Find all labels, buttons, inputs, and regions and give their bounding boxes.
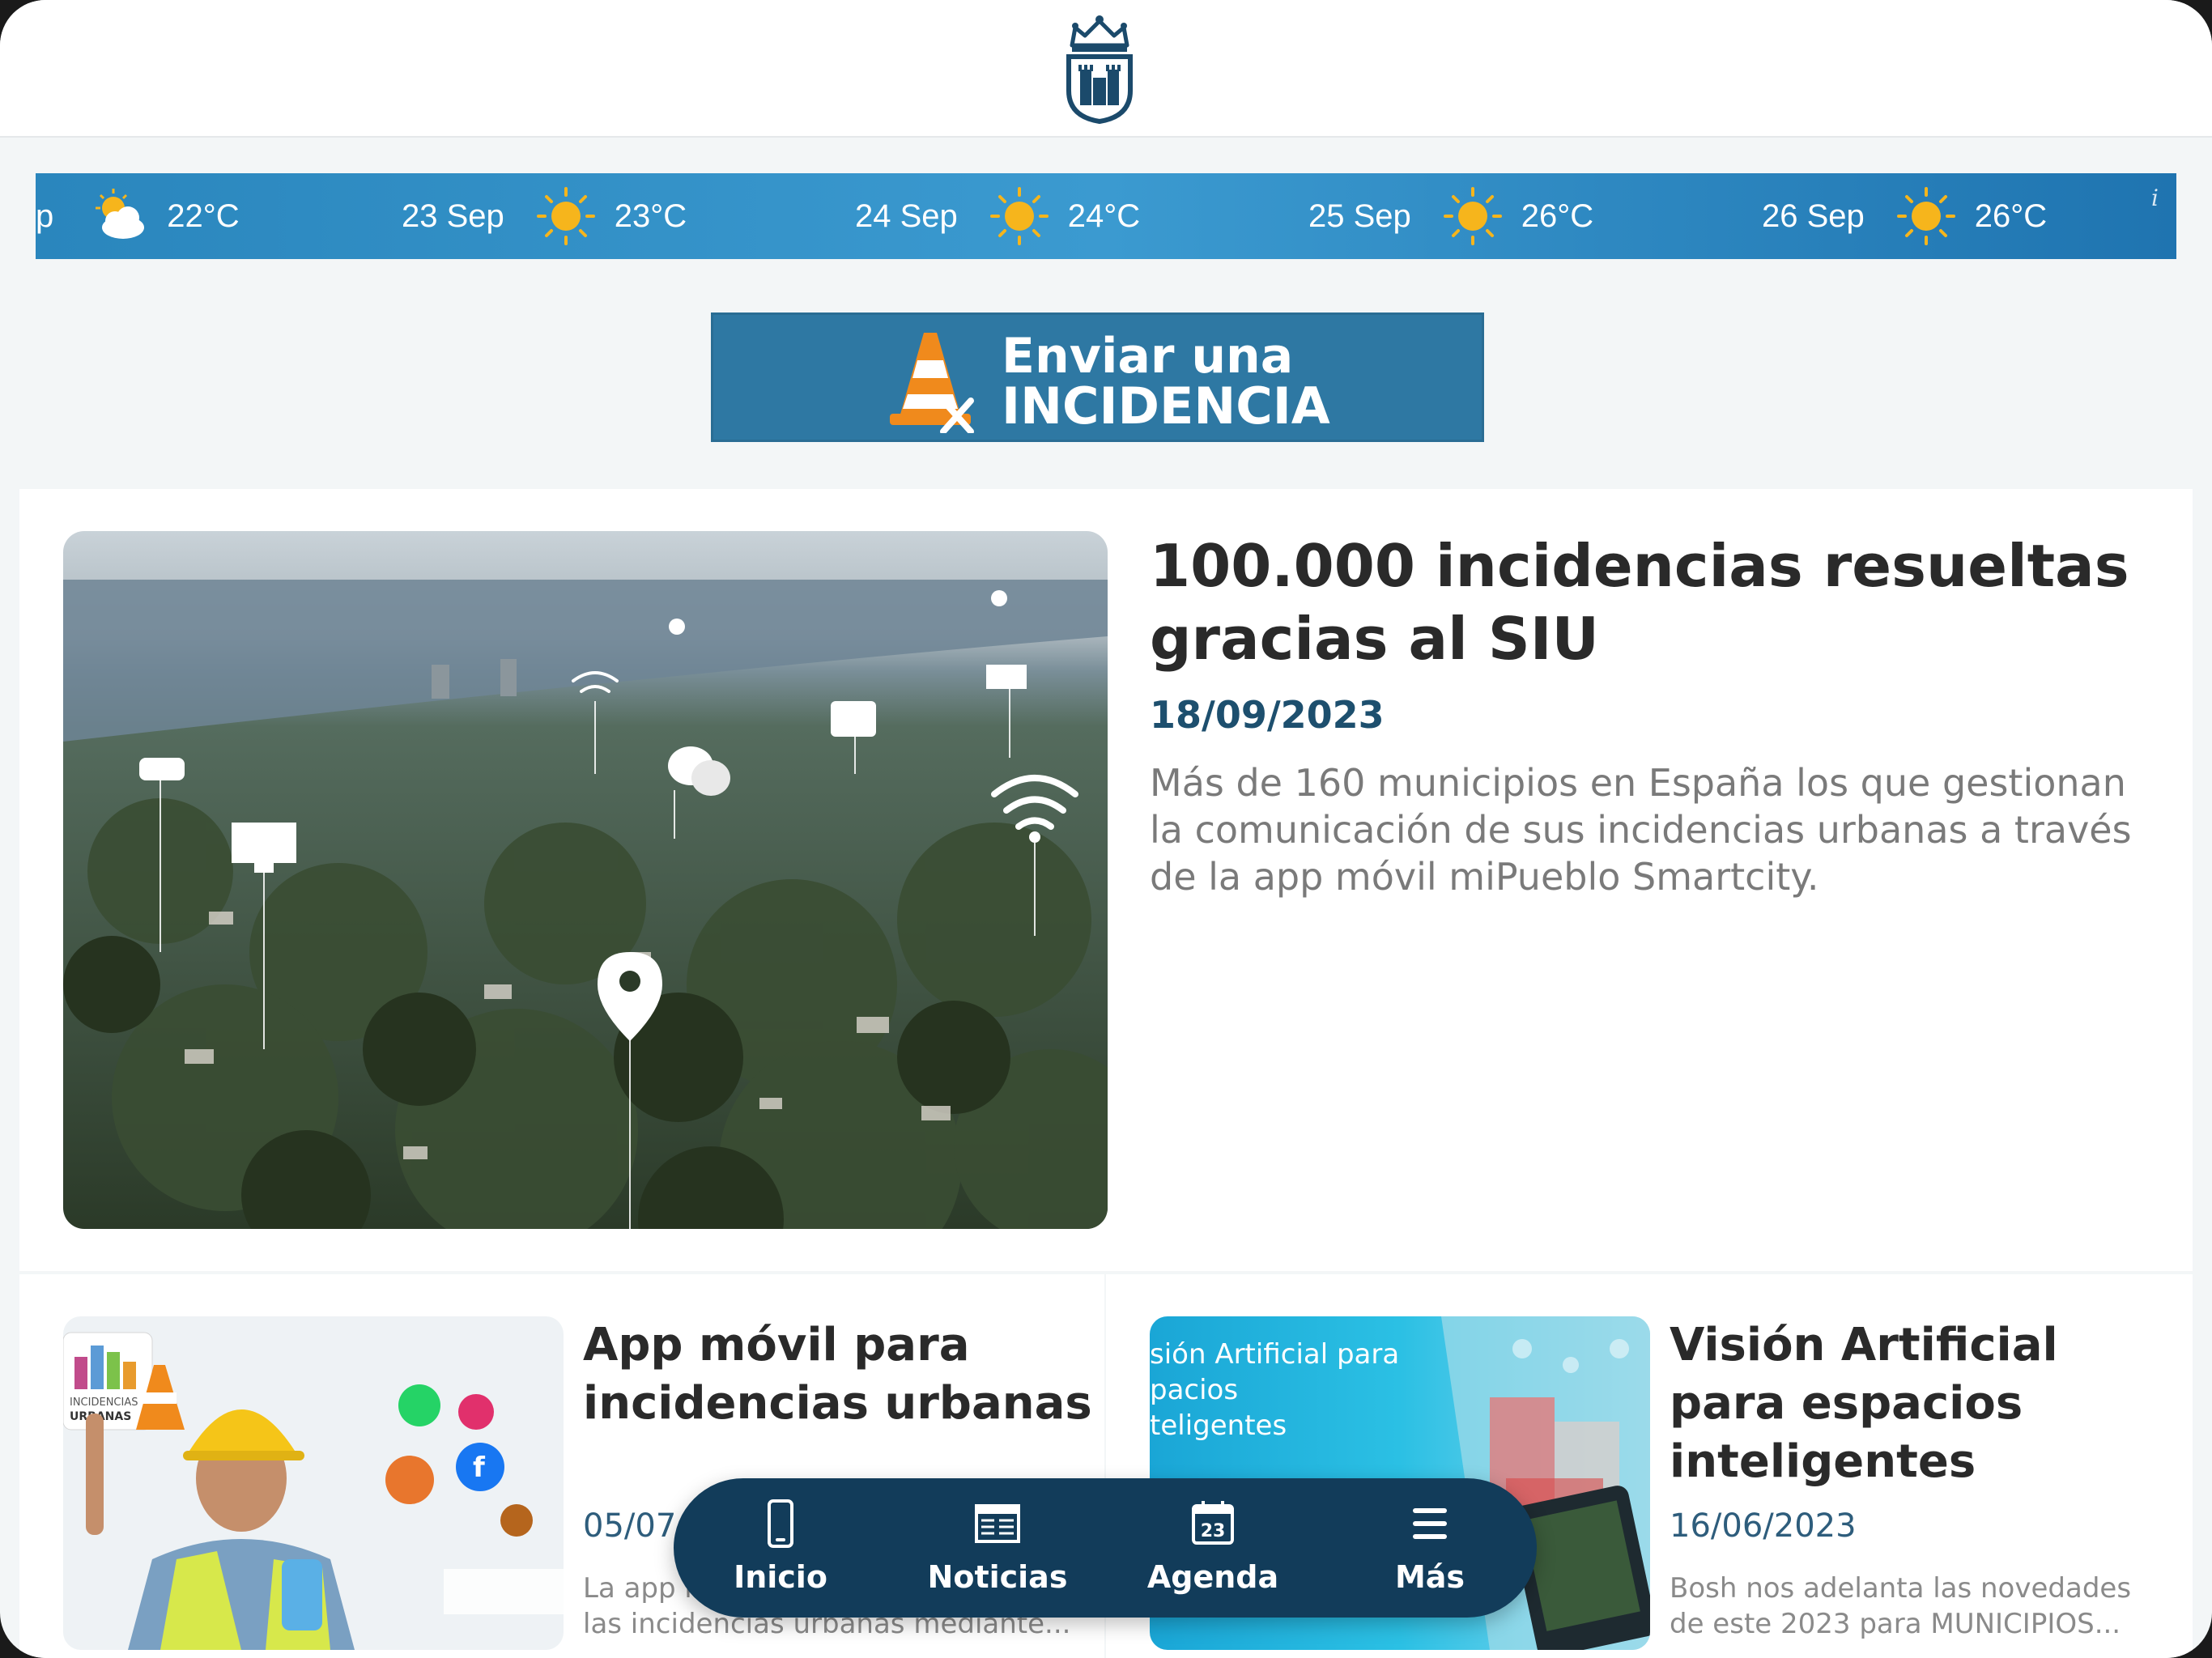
- weather-temp: 24°C: [1067, 198, 1141, 234]
- featured-news-date: 18/09/2023: [1150, 693, 1385, 737]
- image-caption-line: sión Artificial para: [1150, 1338, 1399, 1371]
- weather-temp: 26°C: [1974, 198, 2048, 234]
- newspaper-icon: [975, 1504, 1020, 1543]
- calendar-day: 23: [1201, 1521, 1226, 1541]
- weather-day: 23 Sep 23°C: [402, 173, 687, 259]
- weather-date: 25 Sep: [1308, 198, 1411, 234]
- sun-icon: [989, 187, 1049, 245]
- nav-label: Agenda: [1146, 1559, 1279, 1595]
- sun-icon: [1896, 187, 1955, 245]
- news-card-description: Bosh nos adelanta las novedades de este …: [1670, 1572, 2132, 1640]
- nav-label: Noticias: [927, 1559, 1068, 1595]
- weather-temp: 26°C: [1521, 198, 1594, 234]
- worker-illustration: INCIDENCIAS URBANAS: [63, 1316, 564, 1650]
- weather-info-icon[interactable]: i: [2151, 185, 2159, 211]
- weather-temp: 22°C: [167, 198, 240, 234]
- image-logo-text: INCIDENCIAS: [70, 1397, 138, 1409]
- sun-icon: [536, 187, 595, 245]
- send-incidence-button[interactable]: Enviar una INCIDENCIA: [711, 312, 1484, 442]
- calendar-icon: 23: [1192, 1501, 1234, 1545]
- featured-news-card[interactable]: 100.000 incidencias resueltas gracias al…: [19, 489, 2193, 1271]
- news-card-date: 16/06/2023: [1670, 1507, 1857, 1545]
- weather-day: 25 Sep 26°C: [1308, 173, 1593, 259]
- news-card-image[interactable]: INCIDENCIAS URBANAS: [63, 1316, 564, 1650]
- weather-day: 26 Sep 26°C: [1762, 173, 2047, 259]
- nav-item-agenda[interactable]: 23 Agenda: [1132, 1478, 1294, 1618]
- weather-date: 24 Sep: [855, 198, 958, 234]
- nav-item-noticias[interactable]: Noticias: [917, 1478, 1078, 1618]
- app-header: [0, 0, 2212, 138]
- app-screen: p 22°C 23 Sep 23°C 24 Sep 24°C 25 Sep 26…: [0, 0, 2212, 1658]
- phone-icon: [768, 1499, 793, 1548]
- weather-date: 26 Sep: [1762, 198, 1865, 234]
- nav-item-inicio[interactable]: Inicio: [700, 1478, 861, 1618]
- weather-day: 24 Sep 24°C: [855, 173, 1140, 259]
- partly-cloudy-icon: [96, 189, 145, 239]
- menu-icon: [1413, 1508, 1447, 1539]
- featured-news-image[interactable]: [63, 531, 1108, 1229]
- nav-label: Inicio: [734, 1559, 827, 1595]
- news-card-title[interactable]: App móvil para incidencias urbanas: [583, 1316, 1093, 1433]
- traffic-cone-icon: [890, 333, 974, 433]
- city-crest-icon[interactable]: [1064, 13, 1135, 125]
- featured-news-title[interactable]: 100.000 incidencias resueltas gracias al…: [1150, 529, 2154, 675]
- nav-item-mas[interactable]: Más: [1349, 1478, 1511, 1618]
- svg-text:teligentes: teligentes: [1150, 1409, 1287, 1442]
- incidence-label-bottom: INCIDENCIA: [1002, 376, 1330, 436]
- sun-icon: [1443, 187, 1502, 245]
- weather-date: 23 Sep: [402, 198, 504, 234]
- svg-text:f: f: [473, 1452, 486, 1484]
- bottom-navigation: Inicio Noticias 23 Agenda Más: [674, 1478, 1537, 1618]
- weather-day: p 22°C: [36, 173, 240, 259]
- svg-text:pacios: pacios: [1150, 1374, 1238, 1406]
- weather-temp: 23°C: [614, 198, 687, 234]
- nav-label: Más: [1394, 1559, 1465, 1595]
- weather-date: p: [36, 198, 54, 234]
- weather-forecast-bar[interactable]: p 22°C 23 Sep 23°C 24 Sep 24°C 25 Sep 26…: [36, 173, 2176, 259]
- featured-news-description: Más de 160 municipios en España los que …: [1150, 761, 2132, 899]
- news-card-title[interactable]: Visión Artificial para espacios intelige…: [1670, 1316, 2180, 1491]
- aerial-city-illustration: [63, 531, 1108, 1229]
